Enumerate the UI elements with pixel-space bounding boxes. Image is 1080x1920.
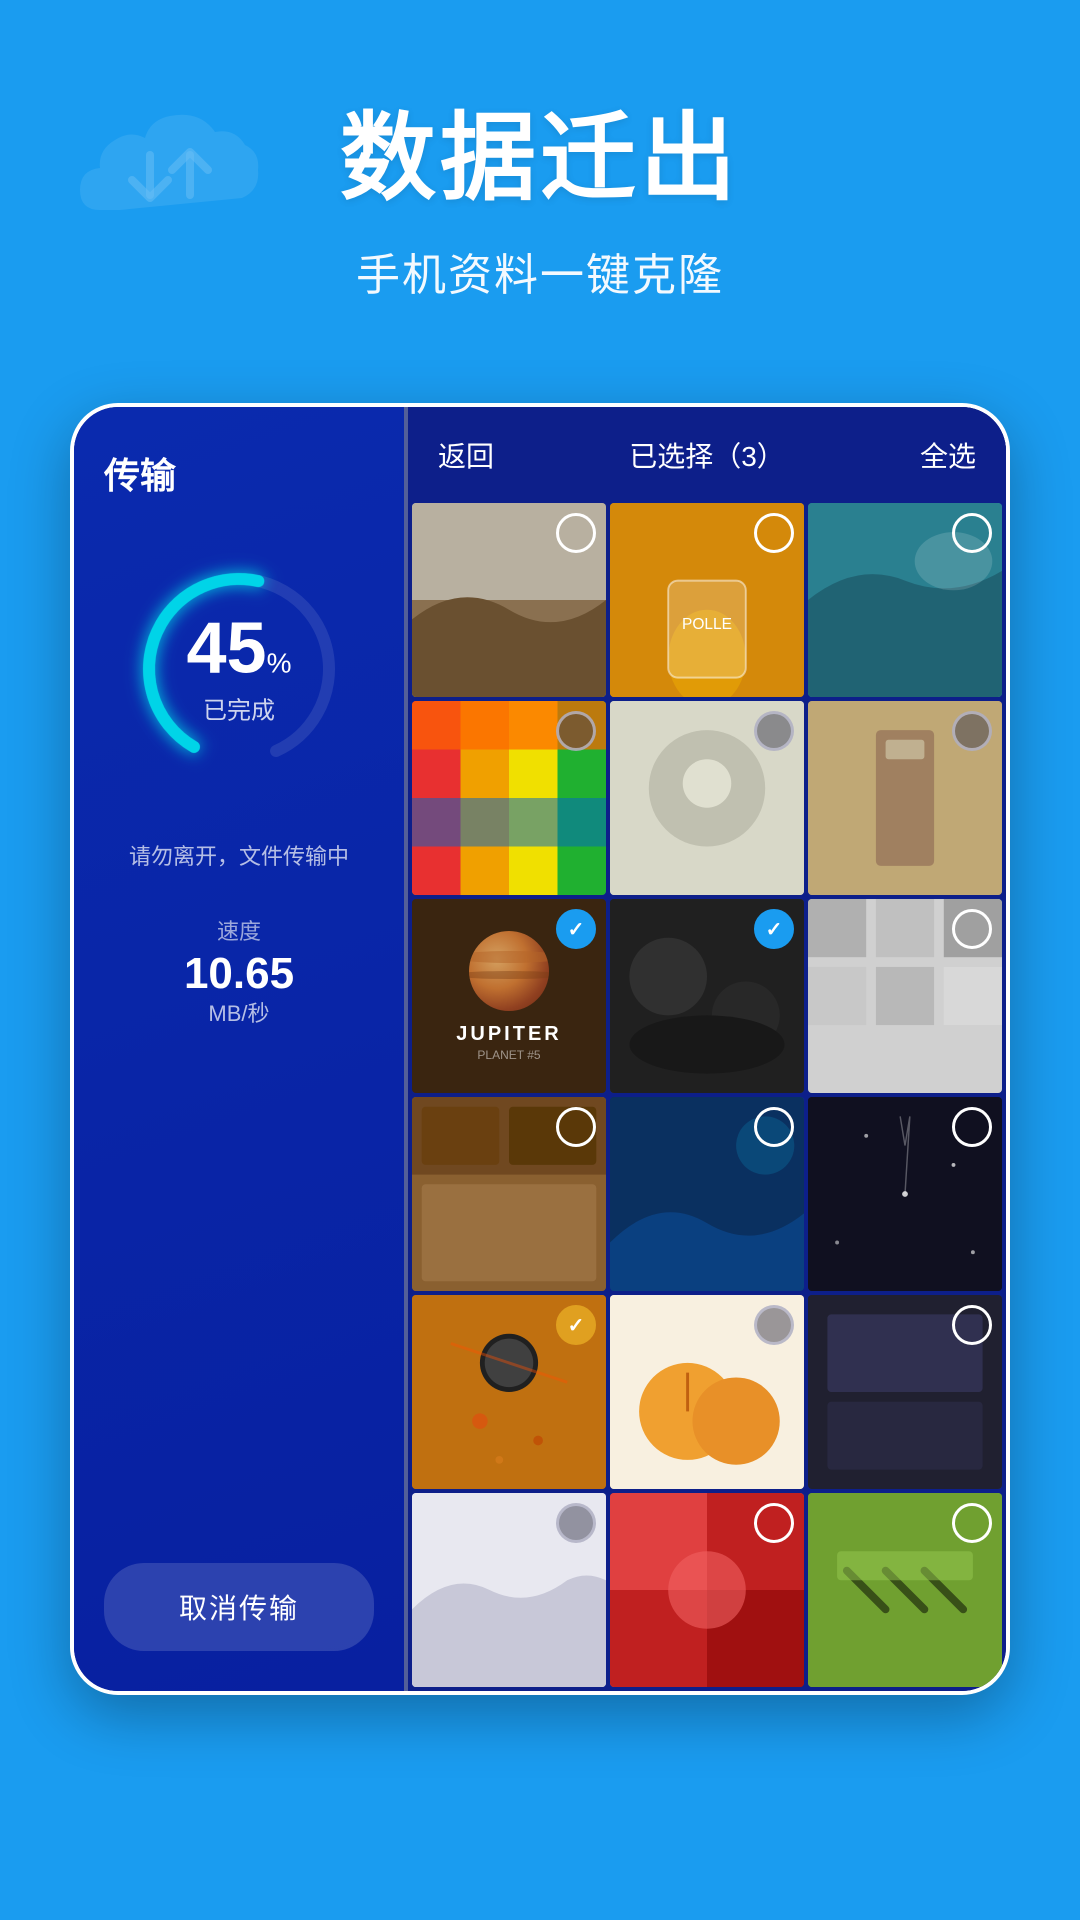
- photo-cell[interactable]: [808, 503, 1002, 697]
- photo-cell[interactable]: [610, 1493, 804, 1687]
- transfer-note: 请勿离开，文件传输中: [129, 839, 349, 874]
- progress-number: 45: [187, 609, 267, 689]
- photo-cell[interactable]: [412, 503, 606, 697]
- photo-select-3[interactable]: [952, 513, 992, 553]
- photo-select-4[interactable]: [556, 711, 596, 751]
- photo-cell[interactable]: ✓: [610, 899, 804, 1093]
- back-button[interactable]: 返回: [438, 435, 494, 475]
- grid-topbar: 返回 已选择（3） 全选: [408, 407, 1006, 503]
- photo-cell[interactable]: [412, 701, 606, 895]
- cloud-icon: [60, 80, 280, 265]
- progress-circle: 45% 已完成: [119, 549, 359, 789]
- photo-cell[interactable]: [412, 1097, 606, 1291]
- photo-grid: POLLE: [408, 503, 1006, 1691]
- progress-percent: %: [267, 648, 292, 679]
- photo-select-8[interactable]: ✓: [754, 909, 794, 949]
- jupiter-sublabel: PLANET #5: [477, 1048, 540, 1062]
- photo-cell[interactable]: [808, 899, 1002, 1093]
- panel-title: 传输: [104, 447, 176, 499]
- photo-cell[interactable]: [610, 1295, 804, 1489]
- speed-label: 速度: [184, 914, 294, 946]
- photo-cell[interactable]: [610, 1097, 804, 1291]
- select-all-button[interactable]: 全选: [920, 435, 976, 475]
- photo-grid-panel: 返回 已选择（3） 全选: [408, 407, 1006, 1691]
- photo-select-17[interactable]: [754, 1503, 794, 1543]
- photo-select-5[interactable]: [754, 711, 794, 751]
- photo-select-jupiter[interactable]: ✓: [556, 909, 596, 949]
- photo-cell[interactable]: POLLE: [610, 503, 804, 697]
- progress-label: 已完成: [187, 691, 292, 726]
- photo-select-13[interactable]: ✓: [556, 1305, 596, 1345]
- photo-cell[interactable]: [808, 701, 1002, 895]
- photo-select-15[interactable]: [952, 1305, 992, 1345]
- svg-text:POLLE: POLLE: [682, 616, 732, 633]
- photo-select-10[interactable]: [556, 1107, 596, 1147]
- jupiter-planet: [469, 931, 549, 1011]
- photo-cell[interactable]: [412, 1493, 606, 1687]
- speed-unit: MB/秒: [184, 996, 294, 1028]
- photo-cell[interactable]: [808, 1097, 1002, 1291]
- top-section: 数据迁出 手机资料一键克隆: [0, 0, 1080, 363]
- photo-select-1[interactable]: [556, 513, 596, 553]
- photo-cell[interactable]: [808, 1493, 1002, 1687]
- cancel-transfer-button[interactable]: 取消传输: [104, 1563, 374, 1651]
- selected-count: 已选择（3）: [629, 435, 785, 475]
- photo-cell[interactable]: [610, 701, 804, 895]
- photo-select-9[interactable]: [952, 909, 992, 949]
- photo-select-12[interactable]: [952, 1107, 992, 1147]
- photo-select-14[interactable]: [754, 1305, 794, 1345]
- photo-select-16[interactable]: [556, 1503, 596, 1543]
- photo-cell[interactable]: ✓: [412, 1295, 606, 1489]
- photo-select-6[interactable]: [952, 711, 992, 751]
- photo-select-18[interactable]: [952, 1503, 992, 1543]
- jupiter-label: JUPITER: [456, 1023, 561, 1046]
- speed-section: 速度 10.65 MB/秒: [184, 914, 294, 1028]
- photo-select-11[interactable]: [754, 1107, 794, 1147]
- photo-select-2[interactable]: [754, 513, 794, 553]
- transfer-panel: 传输 45% 已完成 请勿离开，文件传输中 速度 10.65 MB/秒 取消传输: [74, 407, 404, 1691]
- speed-value: 10.65: [184, 952, 294, 996]
- photo-cell[interactable]: [808, 1295, 1002, 1489]
- sub-title: 手机资料一键克隆: [60, 239, 1020, 303]
- jupiter-photo-cell[interactable]: JUPITER PLANET #5 ✓: [412, 899, 606, 1093]
- device-mockup: 传输 45% 已完成 请勿离开，文件传输中 速度 10.65 MB/秒 取消传输: [70, 403, 1010, 1695]
